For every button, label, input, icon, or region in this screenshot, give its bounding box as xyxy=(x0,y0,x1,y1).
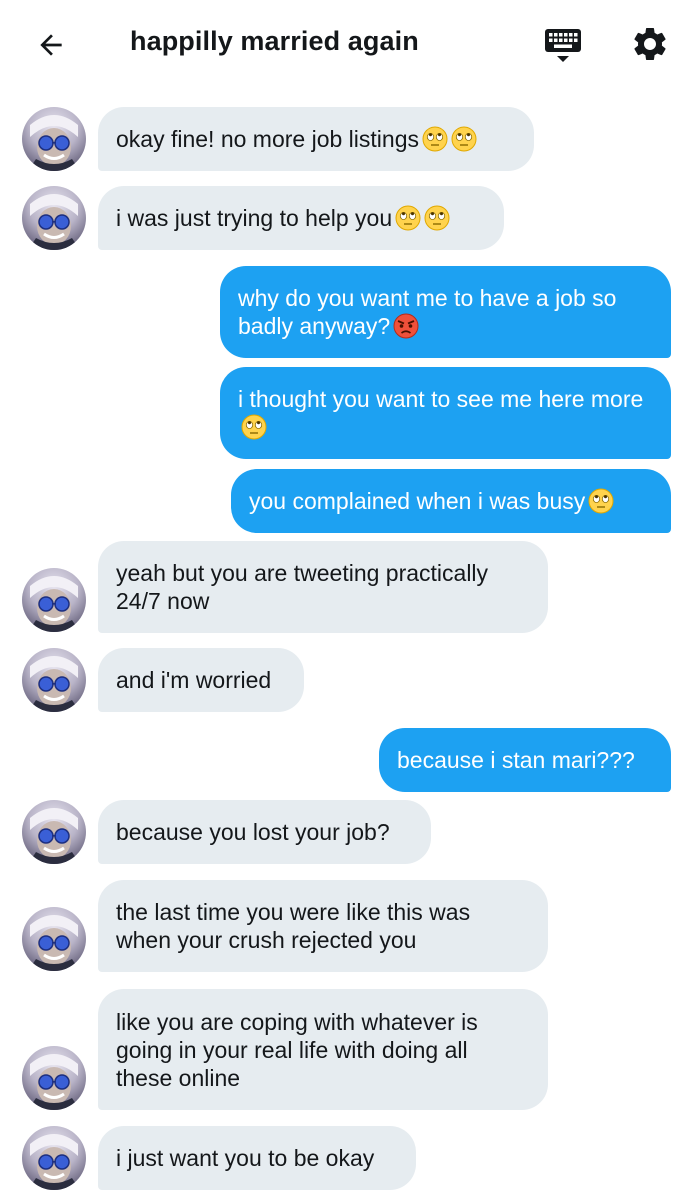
keyboard-icon xyxy=(545,29,581,62)
message-sent[interactable]: i thought you want to see me here more xyxy=(220,367,671,459)
settings-button[interactable] xyxy=(624,18,676,70)
avatar-image xyxy=(28,115,80,171)
avatar[interactable] xyxy=(22,800,86,864)
face-with-rolling-eyes-icon xyxy=(395,205,421,231)
pouting-face-icon xyxy=(393,313,419,339)
avatar[interactable] xyxy=(22,1046,86,1110)
avatar[interactable] xyxy=(22,648,86,712)
message-received[interactable]: because you lost your job? xyxy=(98,800,431,864)
message-sent[interactable]: because i stan mari??? xyxy=(379,728,671,792)
avatar-image xyxy=(28,576,80,632)
avatar-image xyxy=(28,1134,80,1190)
message-received[interactable]: the last time you were like this was whe… xyxy=(98,880,548,972)
message-text: okay fine! no more job listings xyxy=(116,126,419,152)
avatar[interactable] xyxy=(22,107,86,171)
message-received[interactable]: and i'm worried xyxy=(98,648,304,712)
message-text: i thought you want to see me here more xyxy=(238,386,644,412)
gear-icon xyxy=(634,27,666,60)
message-text: because i stan mari??? xyxy=(397,747,635,773)
message-text: and i'm worried xyxy=(116,667,272,693)
message-sent[interactable]: why do you want me to have a job so badl… xyxy=(220,266,671,358)
face-with-rolling-eyes-icon xyxy=(424,205,450,231)
avatar-image xyxy=(28,915,80,971)
avatar[interactable] xyxy=(22,568,86,632)
conversation-header: happilly married again xyxy=(0,0,692,88)
avatar[interactable] xyxy=(22,186,86,250)
avatar[interactable] xyxy=(22,1126,86,1190)
message-text: you complained when i was busy xyxy=(249,488,586,514)
message-text: i just want you to be okay xyxy=(116,1145,375,1171)
avatar-image xyxy=(28,1054,80,1110)
avatar-image xyxy=(28,808,80,864)
avatar[interactable] xyxy=(22,907,86,971)
message-received[interactable]: i just want you to be okay xyxy=(98,1126,416,1190)
message-received[interactable]: yeah but you are tweeting practically 24… xyxy=(98,541,548,633)
message-text: the last time you were like this was whe… xyxy=(116,899,471,953)
message-text: yeah but you are tweeting practically 24… xyxy=(116,560,489,614)
face-with-rolling-eyes-icon xyxy=(588,488,614,514)
back-button[interactable] xyxy=(28,22,74,68)
message-sent[interactable]: you complained when i was busy xyxy=(231,469,671,533)
message-text: i was just trying to help you xyxy=(116,205,393,231)
face-with-rolling-eyes-icon xyxy=(241,414,267,440)
message-received[interactable]: okay fine! no more job listings xyxy=(98,107,534,171)
message-text: like you are coping with whatever is goi… xyxy=(116,1008,478,1091)
keyboard-toggle-button[interactable] xyxy=(536,22,590,68)
message-received[interactable]: i was just trying to help you xyxy=(98,186,504,250)
message-text: because you lost your job? xyxy=(116,819,390,845)
message-text: why do you want me to have a job so badl… xyxy=(238,285,617,339)
message-received[interactable]: like you are coping with whatever is goi… xyxy=(98,989,548,1110)
arrow-left-icon xyxy=(40,34,62,56)
conversation-title[interactable]: happilly married again xyxy=(130,26,419,57)
avatar-image xyxy=(28,656,80,712)
avatar-image xyxy=(28,194,80,250)
face-with-rolling-eyes-icon xyxy=(422,126,448,152)
face-with-rolling-eyes-icon xyxy=(451,126,477,152)
